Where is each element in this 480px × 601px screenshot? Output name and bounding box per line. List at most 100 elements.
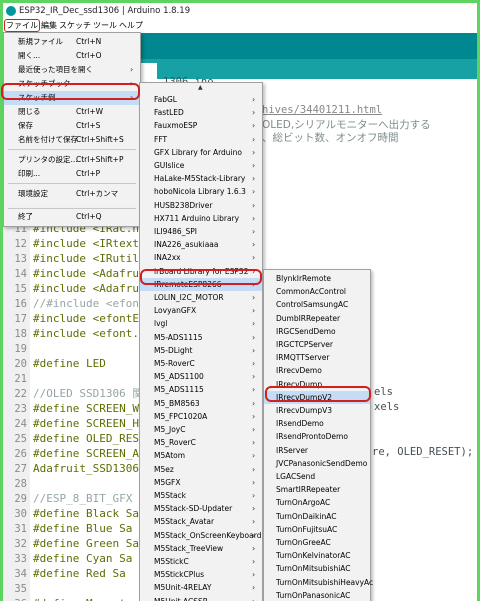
irremote-menu-item[interactable]: TurnOnFujitsuAC <box>264 523 370 536</box>
examples-menu-item[interactable]: HUSB238Driver › <box>140 199 262 212</box>
examples-menu-item[interactable]: FFT › <box>140 133 262 146</box>
irremote-menu-item[interactable]: ControlSamsungAC <box>264 298 370 311</box>
irremote-menu-item[interactable]: JVCPanasonicSendDemo <box>264 457 370 470</box>
line-number: 18 <box>14 328 27 340</box>
menu-item-print[interactable]: 印刷... Ctrl+P <box>4 167 140 181</box>
examples-menu-item[interactable]: M5Stack_TreeView › <box>140 542 262 555</box>
examples-menu-item[interactable]: ILI9486_SPI › <box>140 225 262 238</box>
irremote-menu-item[interactable]: TurnOnMitsubishiAC <box>264 562 370 575</box>
menu-item-sketchbook[interactable]: スケッチブック › <box>4 77 140 91</box>
menu-item-save-as[interactable]: 名前を付けて保存 Ctrl+Shift+S <box>4 133 140 147</box>
irremote-menu-item[interactable]: CommonAcControl <box>264 285 370 298</box>
examples-menu-item[interactable]: M5Atom › <box>140 449 262 462</box>
menu-item-label: BlynkIrRemote <box>276 274 331 283</box>
menu-tools[interactable]: ツール <box>92 19 118 33</box>
menu-item-save[interactable]: 保存 Ctrl+S <box>4 119 140 133</box>
examples-menu-item[interactable]: HX711 Arduino Library › <box>140 212 262 225</box>
examples-menu-item[interactable]: M5Unit-4RELAY › <box>140 581 262 594</box>
chevron-right-icon: › <box>252 161 256 170</box>
irremote-menu-item[interactable]: IRsendProntoDemo <box>264 430 370 443</box>
irremote-menu-item[interactable]: TurnOnKelvinatorAC <box>264 549 370 562</box>
examples-menu-item[interactable]: M5_RoverC › <box>140 436 262 449</box>
irremote-menu-item[interactable]: SmartIRRepeater <box>264 483 370 496</box>
examples-menu-item[interactable]: M5-ADS1115 › <box>140 331 262 344</box>
examples-menu-item[interactable]: M5Stack_OnScreenKeyboard › <box>140 529 262 542</box>
menu-sketch[interactable]: スケッチ <box>58 19 92 33</box>
irremote-menu-item[interactable]: IRrecvDump <box>264 378 370 391</box>
menu-item-open[interactable]: 開く... Ctrl+O <box>4 49 140 63</box>
chevron-right-icon: › <box>252 411 256 421</box>
irremote-menu-item[interactable]: IRrecvDemo <box>264 364 370 377</box>
irremote-menu-item[interactable]: IRGCSendDemo <box>264 325 370 338</box>
irremote-menu-item[interactable]: DumbIRRepeater <box>264 312 370 325</box>
menu-item-label: GUIslice <box>154 161 185 170</box>
examples-menu-item[interactable]: INA2xx › <box>140 251 262 264</box>
menu-item-preferences[interactable]: 環境設定 Ctrl+カンマ <box>4 187 140 201</box>
menu-item-quit[interactable]: 終了 Ctrl+Q <box>4 210 140 224</box>
menu-item-label: 閉じる <box>18 107 41 116</box>
chevron-right-icon: › <box>252 504 256 514</box>
examples-menu-item[interactable]: INA226_asukiaaa › <box>140 238 262 251</box>
code-link[interactable]: hives/34401211.html <box>262 104 382 116</box>
examples-menu-item[interactable]: M5_BM8563 › <box>140 397 262 410</box>
irremote-menu-item[interactable]: IRsendDemo <box>264 417 370 430</box>
irremote-menu-item[interactable]: TurnOnArgoAC <box>264 496 370 509</box>
examples-menu-item[interactable]: GUIslice › <box>140 159 262 172</box>
examples-menu-item[interactable]: M5_ADS1100 › <box>140 370 262 383</box>
examples-menu-item[interactable]: M5-DLight › <box>140 344 262 357</box>
menu-item-label: HUSB238Driver <box>154 200 213 210</box>
scroll-up-icon[interactable]: ▲ <box>198 84 203 91</box>
menu-item-label: M5Unit-4RELAY <box>154 583 212 593</box>
irremote-menu-item[interactable]: IRGCTCPServer <box>264 338 370 351</box>
examples-menu-item[interactable]: M5Stack_Avatar › <box>140 515 262 528</box>
menu-file[interactable]: ファイル <box>4 19 40 32</box>
irremote-menu-item[interactable]: TurnOnGreeAC <box>264 536 370 549</box>
examples-menu-item[interactable]: M5Stack-SD-Updater › <box>140 502 262 515</box>
irremote-menu-item[interactable]: TurnOnMitsubishiHeavyAc <box>264 576 373 589</box>
irremote-menu-item[interactable]: BlynkIrRemote <box>264 272 370 285</box>
examples-menu-item[interactable]: lvgl › <box>140 317 262 330</box>
chevron-right-icon: › <box>252 398 256 408</box>
irremote-menu-item[interactable]: IRServer <box>264 444 370 457</box>
chevron-right-icon: › <box>252 385 256 395</box>
irremote-menu-item[interactable]: IRrecvDumpV3 <box>264 404 370 417</box>
menu-item-label: IRsendDemo <box>276 419 324 429</box>
menu-item-recent[interactable]: 最近使った項目を開く › <box>4 63 140 77</box>
menu-item-examples[interactable]: スケッチ例 › <box>4 91 140 105</box>
examples-menu-item[interactable]: M5GFX › <box>140 476 262 489</box>
chevron-right-icon: › <box>252 425 256 434</box>
irremote-menu-item[interactable]: IRrecvDumpV2 <box>264 390 370 404</box>
examples-menu-item[interactable]: irBoard Library for ESP32 › <box>140 265 262 278</box>
examples-menu-item[interactable]: M5Stack › <box>140 489 262 502</box>
examples-menu-item[interactable]: FabGL › <box>140 93 262 106</box>
examples-menu-item[interactable]: HaLake-M5Stack-Library › <box>140 172 262 185</box>
menu-item-page-setup[interactable]: プリンタの設定... Ctrl+Shift+P <box>4 153 140 167</box>
examples-menu-item[interactable]: M5Unit-ACSSR › <box>140 595 262 601</box>
menu-item-label: プリンタの設定... <box>18 155 78 164</box>
examples-menu-item[interactable]: M5_FPC1020A › <box>140 410 262 423</box>
examples-menu-item[interactable]: M5-RoverC › <box>140 357 262 370</box>
irremote-menu-item[interactable]: IRMQTTServer <box>264 351 370 364</box>
examples-menu-item[interactable]: GFX Library for Arduino › <box>140 146 262 159</box>
examples-menu-item[interactable]: LovyanGFX › <box>140 304 262 317</box>
examples-menu-item[interactable]: M5StickC › <box>140 555 262 568</box>
examples-menu-item[interactable]: hoboNicola Library 1.6.3 › <box>140 185 262 198</box>
irremote-menu-item[interactable]: TurnOnDaikinAC <box>264 510 370 523</box>
examples-menu-item[interactable]: FauxmoESP › <box>140 119 262 132</box>
chevron-right-icon: › <box>252 517 256 527</box>
irremote-menu-item[interactable]: LGACSend <box>264 470 370 483</box>
examples-menu-item[interactable]: IRremoteESP8266 › <box>140 277 262 291</box>
menu-item-close[interactable]: 閉じる Ctrl+W <box>4 105 140 119</box>
examples-menu-item[interactable]: M5ez › <box>140 463 262 476</box>
menu-item-label: M5Stack-SD-Updater <box>154 504 233 514</box>
menu-item-new[interactable]: 新規ファイル Ctrl+N <box>4 35 140 49</box>
menu-edit[interactable]: 編集 <box>40 19 58 33</box>
irremote-menu-item[interactable]: TurnOnPanasonicAC <box>264 589 370 601</box>
examples-menu-item[interactable]: LOLIN_I2C_MOTOR › <box>140 291 262 304</box>
menu-help[interactable]: ヘルプ <box>118 19 144 33</box>
examples-menu-item[interactable]: M5_ADS1115 › <box>140 383 262 396</box>
examples-menu-item[interactable]: M5_JoyC › <box>140 423 262 436</box>
examples-menu-item[interactable]: FastLED › <box>140 106 262 119</box>
menu-item-label: TurnOnPanasonicAC <box>276 590 351 600</box>
examples-menu-item[interactable]: M5StickCPlus › <box>140 568 262 581</box>
